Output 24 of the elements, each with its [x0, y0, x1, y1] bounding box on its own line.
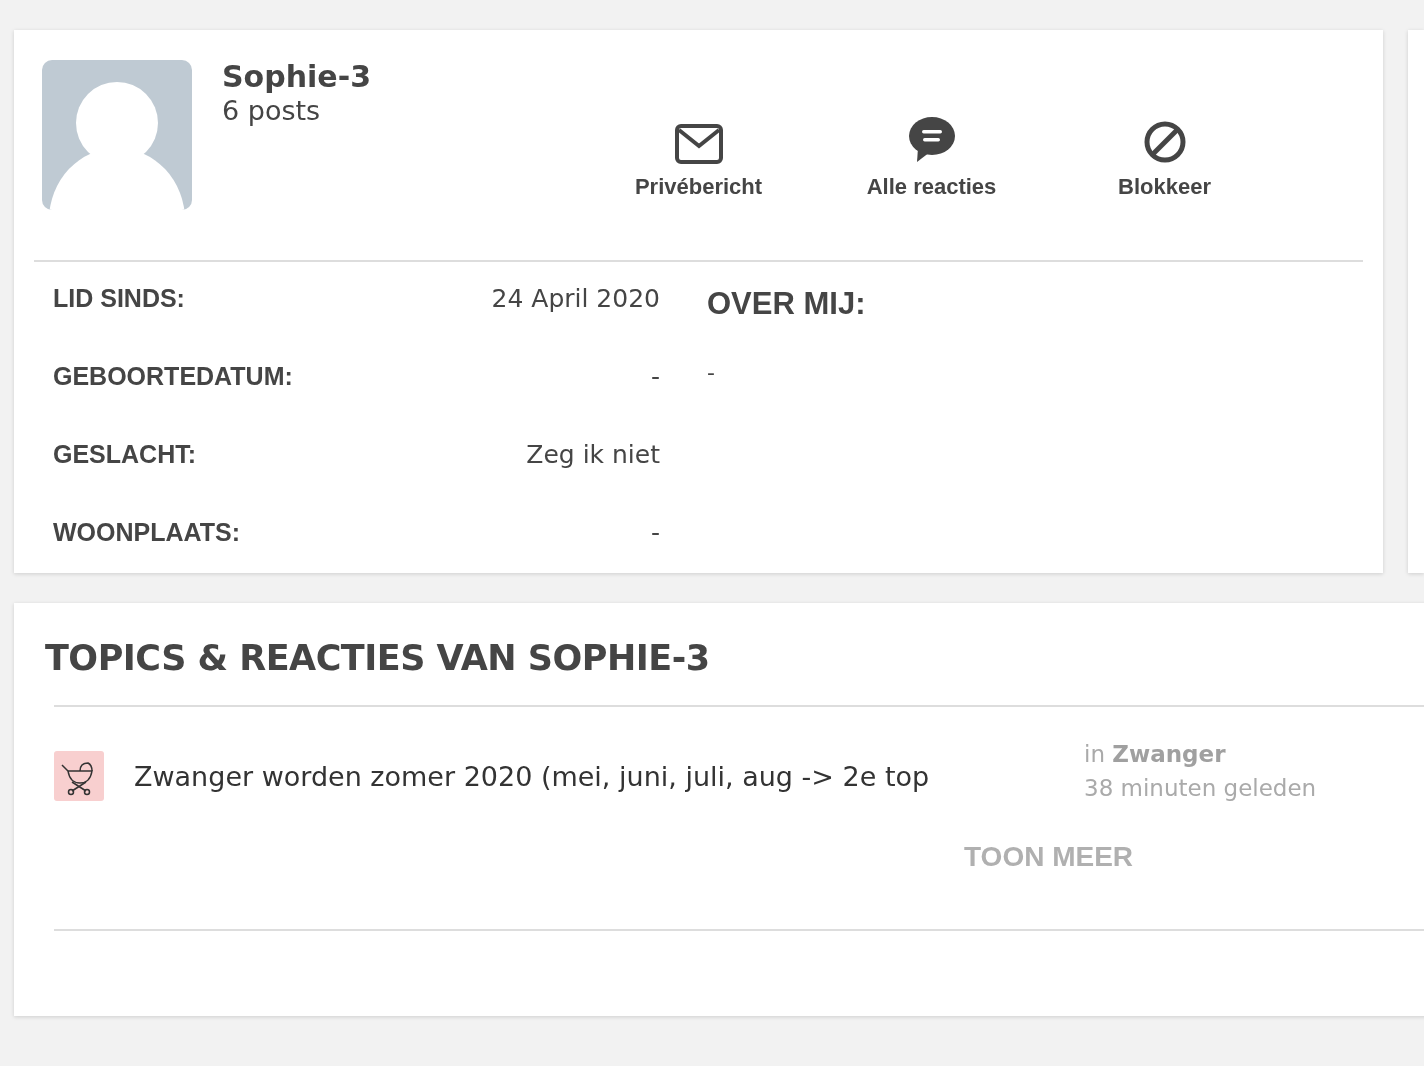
pram-icon	[54, 751, 104, 801]
field-label: GESLACHT:	[53, 440, 197, 469]
speech-bubble-icon	[907, 116, 956, 164]
section-heading: TOPICS & REACTIES VAN SOPHIE-3	[45, 638, 711, 678]
action-button[interactable]: Privébericht	[582, 110, 815, 200]
field-value: 24 April 2020	[491, 284, 660, 313]
topic-link[interactable]: Zwanger worden zomer 2020 (mei, juni, juli, aug -> 2e top	[134, 760, 1054, 792]
timestamp: 38 minuten geleden	[1084, 774, 1317, 803]
field-label: LID SINDS:	[53, 284, 185, 313]
username: Sophie-3	[222, 58, 372, 96]
action-button[interactable]: Alle reacties	[815, 110, 1048, 200]
field-value: Zeg ik niet	[526, 440, 660, 469]
action-button[interactable]: Blokkeer	[1048, 110, 1281, 200]
field-value: -	[650, 518, 660, 547]
about-heading: OVER MIJ:	[707, 286, 866, 322]
prohibited-icon	[1142, 120, 1187, 164]
mail-icon	[674, 124, 723, 164]
field-value: -	[650, 362, 660, 391]
post-count: 6 posts	[222, 96, 322, 126]
field-label: WOONPLAATS:	[53, 518, 240, 547]
topic-category: in Zwanger	[1084, 740, 1227, 769]
about-text: -	[707, 360, 716, 385]
field-label: GEBOORTEDATUM:	[53, 362, 293, 391]
avatar-silhouette-icon	[42, 60, 192, 210]
